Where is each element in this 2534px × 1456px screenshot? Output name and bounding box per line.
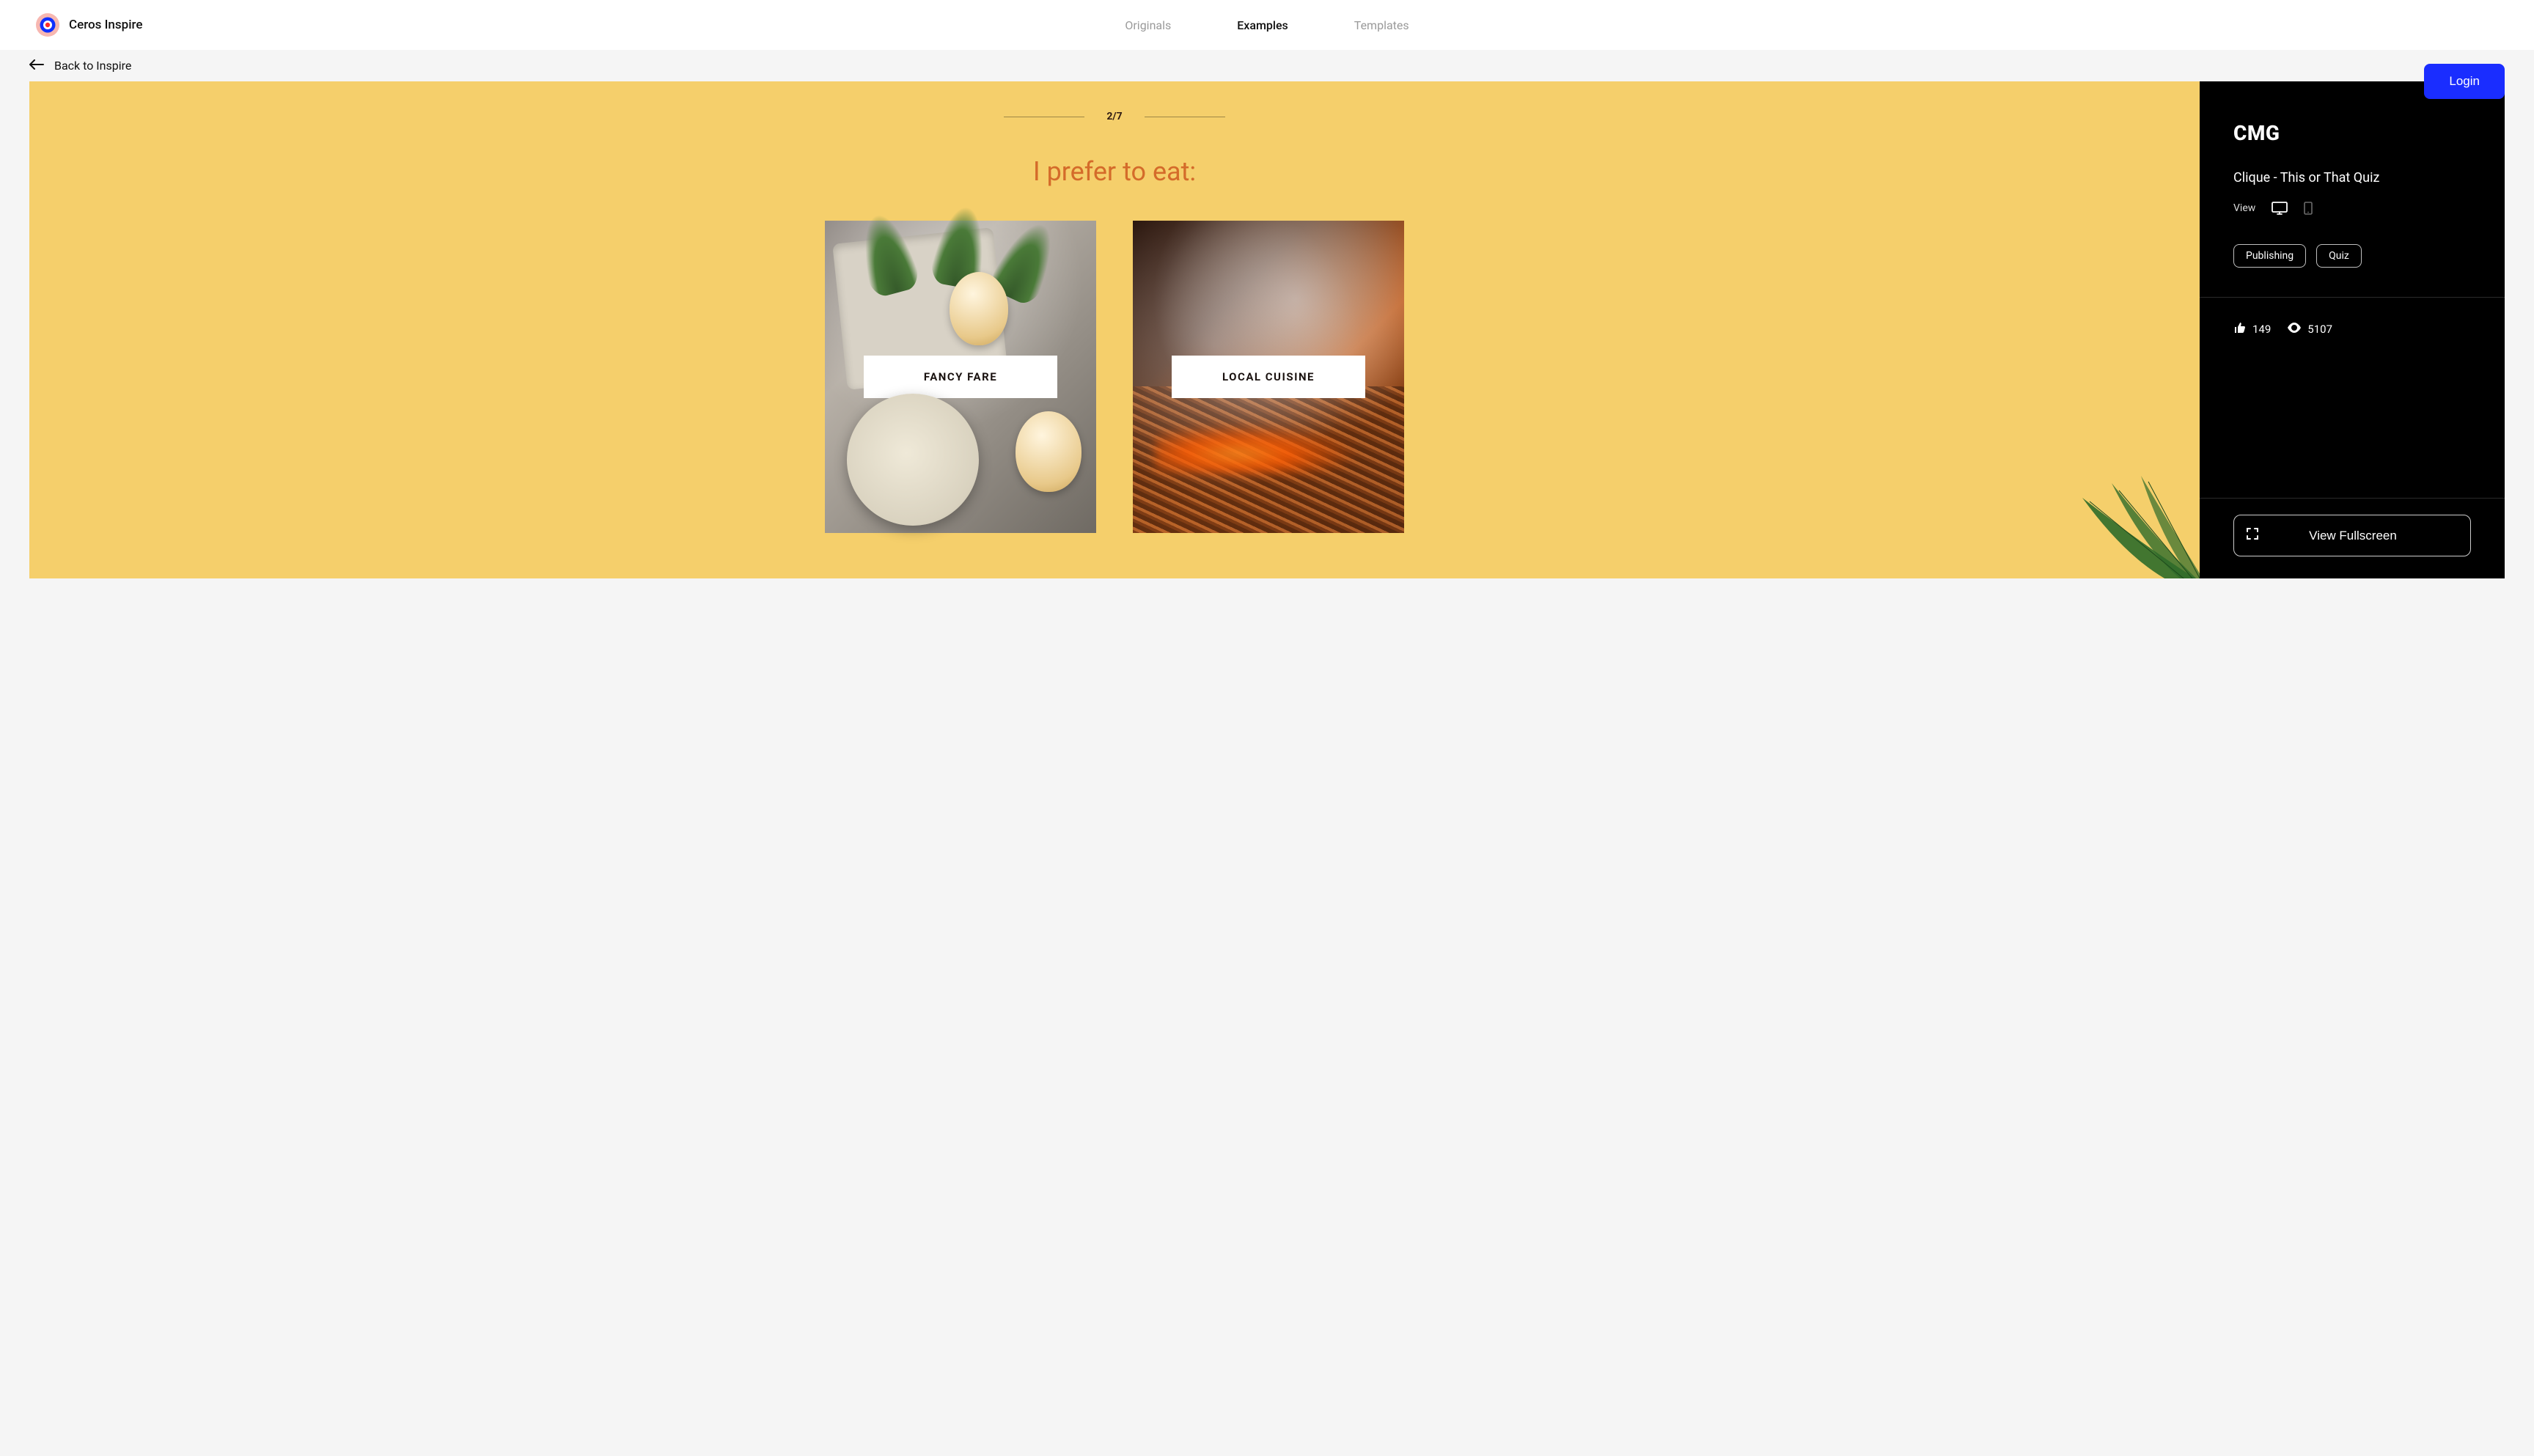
- palm-leaf-icon: [2053, 468, 2200, 578]
- back-label: Back to Inspire: [54, 59, 131, 73]
- brand-block[interactable]: Ceros Inspire: [35, 12, 143, 37]
- nav-templates[interactable]: Templates: [1354, 18, 1409, 32]
- sub-nav-bar: Back to Inspire: [0, 50, 2534, 81]
- device-view-row: View: [2233, 202, 2471, 215]
- piece-brand: CMG: [2233, 121, 2471, 145]
- quiz-option-fancy-fare[interactable]: FANCY FARE: [825, 221, 1096, 533]
- back-to-inspire-link[interactable]: Back to Inspire: [29, 59, 131, 73]
- fullscreen-label: View Fullscreen: [2247, 529, 2458, 543]
- egg-icon: [1016, 411, 1081, 492]
- view-label: View: [2233, 202, 2255, 214]
- eye-icon: [2287, 323, 2302, 336]
- herb-sprig-icon: [852, 208, 922, 299]
- egg-icon: [950, 272, 1008, 345]
- mobile-view-button[interactable]: [2304, 202, 2313, 215]
- stats-row: 149 5107: [2200, 298, 2505, 361]
- brand-name: Ceros Inspire: [69, 18, 143, 32]
- views-stat: 5107: [2287, 323, 2332, 336]
- option-label: LOCAL CUISINE: [1172, 356, 1365, 398]
- tag-publishing[interactable]: Publishing: [2233, 244, 2306, 268]
- nav-examples[interactable]: Examples: [1237, 18, 1288, 32]
- quiz-preview-panel: 2/7 I prefer to eat: FANCY FARE LOCAL CU…: [29, 81, 2200, 578]
- site-header: Ceros Inspire Originals Examples Templat…: [0, 0, 2534, 50]
- content-area: Login 2/7 I prefer to eat: FANCY FARE: [0, 81, 2534, 608]
- desktop-icon: [2272, 202, 2288, 215]
- arrow-left-icon: [29, 59, 44, 73]
- tag-row: Publishing Quiz: [2233, 244, 2471, 268]
- quiz-options: FANCY FARE LOCAL CUISINE: [825, 221, 1404, 533]
- thumbs-up-icon: [2233, 321, 2247, 337]
- quiz-progress: 2/7: [1004, 111, 1224, 122]
- option-label: FANCY FARE: [864, 356, 1057, 398]
- detail-top: CMG Clique - This or That Quiz View Publ…: [2200, 81, 2505, 297]
- likes-count: 149: [2252, 323, 2271, 336]
- mobile-icon: [2304, 202, 2313, 215]
- detail-panel: CMG Clique - This or That Quiz View Publ…: [2200, 81, 2505, 578]
- ceros-logo-icon: [35, 12, 60, 37]
- views-count: 5107: [2307, 323, 2332, 336]
- fullscreen-wrap: View Fullscreen: [2200, 499, 2505, 578]
- quiz-option-local-cuisine[interactable]: LOCAL CUISINE: [1133, 221, 1404, 533]
- piece-title: Clique - This or That Quiz: [2233, 170, 2471, 185]
- primary-nav: Originals Examples Templates: [1125, 18, 1409, 32]
- view-fullscreen-button[interactable]: View Fullscreen: [2233, 515, 2471, 556]
- quiz-question: I prefer to eat:: [1033, 156, 1196, 187]
- login-button[interactable]: Login: [2424, 64, 2505, 99]
- likes-stat[interactable]: 149: [2233, 321, 2271, 337]
- nav-originals[interactable]: Originals: [1125, 18, 1171, 32]
- desktop-view-button[interactable]: [2272, 202, 2288, 215]
- panel-row: 2/7 I prefer to eat: FANCY FARE LOCAL CU…: [29, 81, 2505, 578]
- spacer: [2200, 361, 2505, 498]
- tag-quiz[interactable]: Quiz: [2316, 244, 2362, 268]
- progress-counter: 2/7: [1106, 111, 1122, 122]
